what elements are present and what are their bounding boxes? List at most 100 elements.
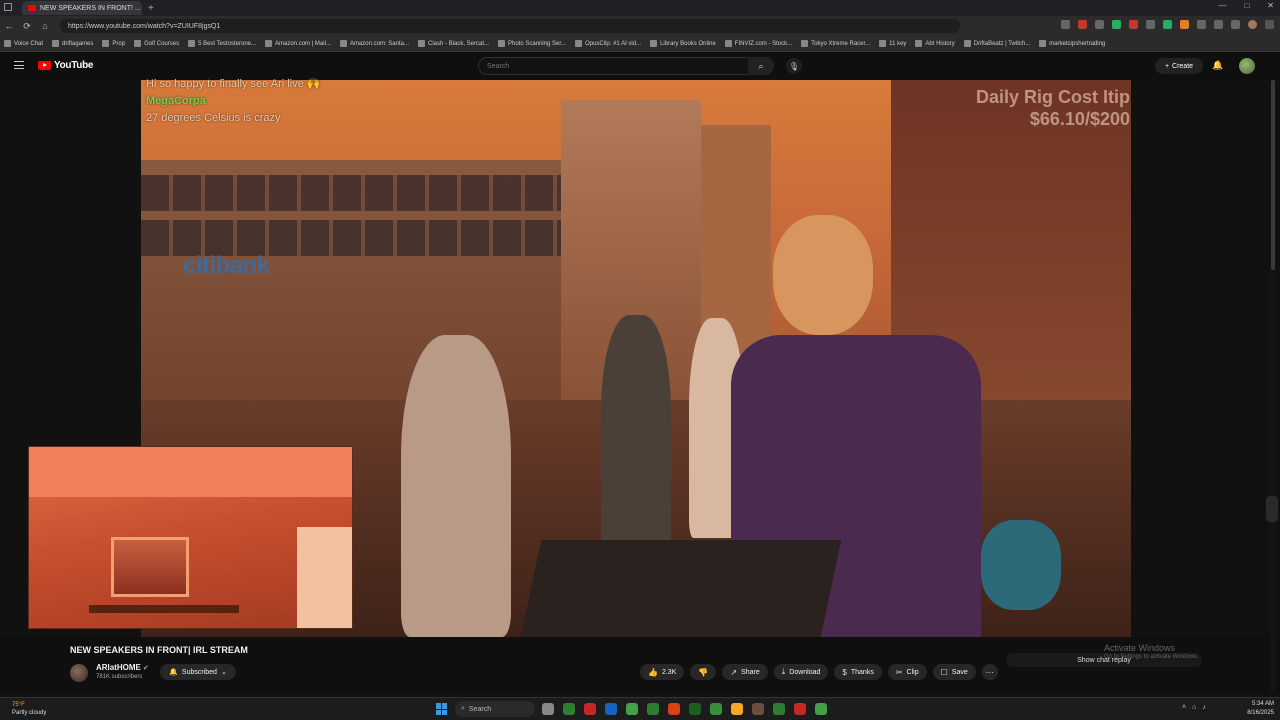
windows-start-icon[interactable] <box>436 703 448 715</box>
home-icon[interactable]: ⌂ <box>36 21 54 31</box>
windows-activation-title: Activate Windows <box>1104 643 1176 653</box>
volume-icon[interactable]: ♪ <box>1202 704 1206 711</box>
system-clock[interactable]: 5:34 AM 8/16/2025 <box>1234 700 1274 718</box>
page-scrollbar[interactable] <box>1270 80 1276 693</box>
scrollbar-thumb[interactable] <box>1271 80 1275 270</box>
chevron-up-icon[interactable]: ˄ <box>1182 704 1186 711</box>
bell-icon: 🔔 <box>169 669 178 676</box>
minimize-button[interactable]: — <box>1218 1 1226 10</box>
bookmark-item[interactable]: Voice Chat <box>4 40 43 47</box>
bookmark-item[interactable]: Abt History <box>915 40 955 47</box>
bookmark-icon <box>1039 40 1047 47</box>
notifications-bell-icon[interactable]: 🔔 <box>1212 60 1223 71</box>
taskbar-search[interactable]: ⌕ Search <box>455 701 535 717</box>
bookmark-item[interactable]: marketcipshertrading <box>1039 40 1105 47</box>
app-icon[interactable] <box>689 703 701 715</box>
side-widget-button[interactable] <box>1266 496 1278 522</box>
menu-icon[interactable] <box>14 61 24 69</box>
extension-icon[interactable] <box>1061 20 1070 29</box>
microphone-icon: 🎙 <box>788 61 800 71</box>
app-icon[interactable] <box>563 703 575 715</box>
app-icon[interactable] <box>647 703 659 715</box>
bookmark-item[interactable]: driftagames <box>52 40 93 47</box>
extension-icon[interactable] <box>1078 20 1087 29</box>
extension-icon[interactable] <box>1112 20 1121 29</box>
system-tray: ˄ ⌂ ♪ <box>1182 704 1206 711</box>
download-button[interactable]: ⤓ Download <box>773 664 829 680</box>
back-arrow-icon[interactable]: ← <box>0 21 18 31</box>
bookmark-icon <box>915 40 923 47</box>
youtube-logo[interactable]: YouTube <box>38 60 94 71</box>
create-button[interactable]: + Create <box>1155 58 1203 74</box>
tab-search-icon[interactable] <box>4 3 12 11</box>
scene-streamer-head <box>773 215 873 335</box>
bookmark-item[interactable]: Tokyo Xtreme Racer... <box>801 40 870 47</box>
menu-dots-icon[interactable] <box>1265 20 1274 29</box>
extension-icon[interactable] <box>1163 20 1172 29</box>
search-button[interactable]: ⌕ <box>748 57 774 75</box>
bookmark-item[interactable]: Amazon.com | Mail... <box>265 40 331 47</box>
bookmark-item[interactable]: Golf Courses <box>134 40 179 47</box>
bookmark-item[interactable]: FINVIZ.com - Stock... <box>724 40 792 47</box>
subscribed-button[interactable]: 🔔 Subscribed ⌄ <box>160 664 236 680</box>
app-icon[interactable] <box>773 703 785 715</box>
bookmark-item[interactable]: Amazon.com: Santa... <box>339 40 409 47</box>
app-icon[interactable] <box>668 703 680 715</box>
bookmark-item[interactable]: Photo Scanning Ser... <box>498 40 566 47</box>
extension-icon[interactable] <box>1129 20 1138 29</box>
extension-icon[interactable] <box>1095 20 1104 29</box>
tab-youtube-video[interactable]: NEW SPEAKERS IN FRONT! ... <box>22 1 142 15</box>
chat-text: 27 degrees Celsius is crazy <box>146 112 281 124</box>
twitch-icon <box>963 40 971 47</box>
app-icon[interactable] <box>710 703 722 715</box>
bookmark-item[interactable]: Library Books Online <box>650 40 716 47</box>
scene-windows <box>141 220 561 256</box>
youtube-header: YouTube Search ⌕ 🎙 + Create 🔔 <box>0 52 1280 80</box>
bookmark-item[interactable]: OpusClip: #1 AI vid... <box>575 40 641 47</box>
save-button[interactable]: ☐ Save <box>932 664 976 680</box>
amazon-icon <box>265 40 273 47</box>
app-icon[interactable] <box>815 703 827 715</box>
bookmark-item[interactable]: DriftaBeatz | Twitch... <box>963 40 1030 47</box>
close-window-button[interactable]: ✕ <box>1267 1 1274 10</box>
app-icon[interactable] <box>584 703 596 715</box>
folder-icon[interactable] <box>731 703 743 715</box>
extension-icon[interactable] <box>1197 20 1206 29</box>
bookmark-item[interactable]: 5 Best Testosterone... <box>188 40 256 47</box>
search-input[interactable]: Search <box>478 57 774 75</box>
clip-button[interactable]: ✂ Clip <box>887 664 927 680</box>
reload-icon[interactable]: ⟳ <box>18 21 36 32</box>
bookmark-icon <box>650 40 658 47</box>
profile-avatar-icon[interactable] <box>1248 20 1257 29</box>
voice-search-button[interactable]: 🎙 <box>786 58 802 74</box>
subscriber-count: 781K subscribers <box>96 674 143 680</box>
maximize-button[interactable]: □ <box>1244 1 1249 10</box>
bookmark-item[interactable]: 11 key <box>879 40 906 47</box>
new-tab-button[interactable]: + <box>148 3 154 14</box>
network-icon[interactable]: ⌂ <box>1192 704 1196 711</box>
app-icon[interactable] <box>752 703 764 715</box>
account-avatar[interactable] <box>1239 58 1255 74</box>
app-icon[interactable] <box>626 703 638 715</box>
extension-icon[interactable] <box>1146 20 1155 29</box>
extension-icon[interactable] <box>1180 20 1189 29</box>
url-bar[interactable]: https://www.youtube.com/watch?v=ZUIUF8jg… <box>60 19 960 33</box>
thanks-button[interactable]: $ Thanks <box>834 664 882 680</box>
app-icon[interactable] <box>605 703 617 715</box>
bookmark-item[interactable]: Clash - Black, Sercat... <box>417 40 489 47</box>
dislike-button[interactable]: 👎 <box>690 664 717 680</box>
extension-icon[interactable] <box>1231 20 1240 29</box>
bookmark-item[interactable]: Prop <box>102 40 125 47</box>
weather-condition: Partly cloudy <box>12 710 47 716</box>
channel-name[interactable]: ARIatHOME ✔ <box>96 663 149 672</box>
task-view-icon[interactable] <box>542 703 554 715</box>
channel-avatar[interactable] <box>70 664 88 682</box>
video-title: NEW SPEAKERS IN FRONT| IRL STREAM <box>70 645 248 655</box>
more-actions-button[interactable]: ⋯ <box>981 664 998 680</box>
like-button[interactable]: 👍 2.3K <box>640 664 685 680</box>
app-icon[interactable] <box>794 703 806 715</box>
extension-icon[interactable] <box>1214 20 1223 29</box>
thumbs-up-icon: 👍 <box>648 667 658 677</box>
share-button[interactable]: ↗ Share <box>722 664 768 680</box>
weather-widget[interactable]: 75°F Partly cloudy <box>12 701 46 717</box>
